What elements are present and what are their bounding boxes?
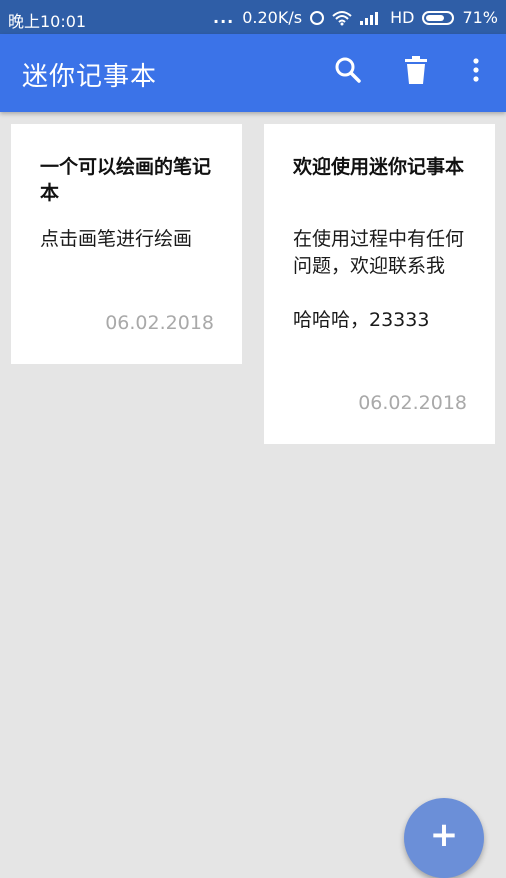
note-card[interactable]: 欢迎使用迷你记事本 在使用过程中有任何问题，欢迎联系我 哈哈哈，23333 06…	[264, 124, 495, 444]
battery-icon	[422, 10, 455, 25]
add-icon: +	[429, 815, 459, 855]
battery-level: 71%	[462, 8, 498, 27]
note-date: 06.02.2018	[105, 312, 214, 334]
wifi-icon	[332, 10, 352, 26]
note-title: 欢迎使用迷你记事本	[293, 156, 465, 178]
status-right: ... 0.20K/s HD 71%	[213, 8, 498, 27]
note-title: 一个可以绘画的笔记本	[40, 156, 212, 204]
status-time: 晚上10:01	[8, 12, 87, 31]
signal-icon	[360, 11, 382, 25]
status-dots: ...	[213, 8, 235, 27]
note-body: 在使用过程中有任何问题，欢迎联系我 哈哈哈，23333	[293, 228, 465, 331]
search-button[interactable]	[332, 56, 364, 88]
delete-icon	[404, 56, 428, 88]
network-type: HD	[390, 8, 415, 27]
more-vert-icon	[472, 57, 480, 87]
search-icon	[334, 56, 362, 88]
status-bar: 晚上10:01 ... 0.20K/s HD 71%	[0, 0, 506, 34]
note-body: 点击画笔进行绘画	[40, 228, 193, 250]
delete-button[interactable]	[400, 56, 432, 88]
network-speed: 0.20K/s	[242, 8, 303, 27]
more-options-button[interactable]	[460, 56, 492, 88]
app-bar: 迷你记事本	[0, 34, 506, 112]
note-card[interactable]: 一个可以绘画的笔记本 点击画笔进行绘画 06.02.2018	[11, 124, 242, 364]
note-date: 06.02.2018	[358, 392, 467, 414]
app-title: 迷你记事本	[22, 62, 158, 92]
add-note-button[interactable]: +	[404, 798, 484, 878]
alarm-icon	[310, 10, 325, 25]
